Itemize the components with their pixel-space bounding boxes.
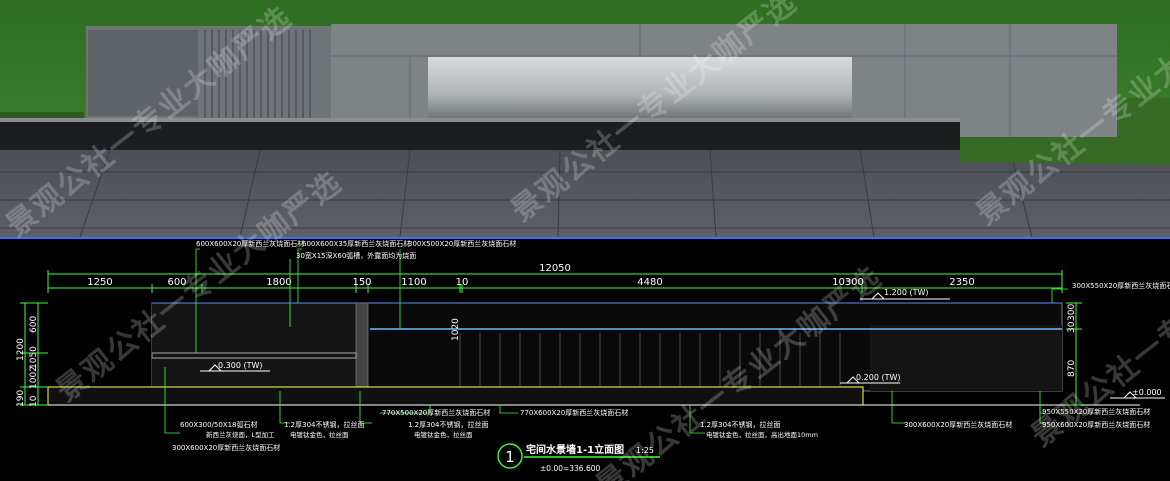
drawing-number: 1 xyxy=(505,448,515,466)
dim-1020: 1020 xyxy=(451,318,461,341)
render-view xyxy=(0,0,1170,237)
note-top-3: 30宽X15深X60弧槽，外露面均为烧面 xyxy=(296,251,416,260)
waterfall-sheet xyxy=(428,57,852,120)
dim-seg-6: 10 xyxy=(456,277,469,288)
dim-left-1002: 1002 xyxy=(29,366,39,389)
note-top-4: 300X500X20厚新西兰灰烧面石材 xyxy=(408,239,516,248)
level-zero: ±0.000 xyxy=(1132,388,1162,397)
dim-right-300: 300 xyxy=(1067,304,1077,321)
stone-texture-left xyxy=(152,303,360,391)
pier-column xyxy=(355,302,369,392)
note-bottom-2: 新西兰灰烧面，L型加工 xyxy=(206,430,275,439)
note-bottom-4: 1.2厚304不锈钢，拉丝面 xyxy=(284,420,365,429)
dim-seg-4: 150 xyxy=(352,277,371,288)
note-bottom-10: 1.2厚304不锈钢，拉丝面 xyxy=(700,420,781,429)
dim-overall: 12050 xyxy=(539,263,571,274)
dim-right-870: 870 xyxy=(1067,360,1077,377)
dim-seg-1: 1250 xyxy=(87,277,112,288)
dim-left-600: 600 xyxy=(29,316,39,333)
note-bottom-7: 1.2厚304不锈钢，拉丝面 xyxy=(408,420,489,429)
note-bottom-6: 770X500X20厚新西兰灰烧面石材 xyxy=(382,408,490,417)
dim-seg-3: 1800 xyxy=(266,277,291,288)
drawing-sheet: 12050 1250 600 1800 150 1100 10 4480 103… xyxy=(0,0,1170,481)
note-bottom-8: 电镀钛金色，拉丝面 xyxy=(414,430,473,439)
pool-basin xyxy=(47,386,864,406)
pool-edge xyxy=(0,120,960,150)
wall-left-grille xyxy=(88,30,198,116)
note-bottom-9: 770X600X20厚新西兰灰烧面石材 xyxy=(520,408,628,417)
dim-seg-7: 4480 xyxy=(637,277,662,288)
base-elevation: ±0.00=336.600 xyxy=(540,464,601,473)
note-bottom-13: 950X550X20厚新西兰灰烧面石材 xyxy=(1042,407,1150,416)
note-top-2: 600X600X35厚新西兰灰烧面石材 xyxy=(302,239,410,248)
note-top-1: 600X600X20厚新西兰灰烧面石材 xyxy=(196,239,304,248)
note-top-right: 300X550X20厚新西兰灰烧面石材 xyxy=(1072,281,1170,290)
dim-seg-8: 10300 xyxy=(832,277,864,288)
dim-left-190: 190 xyxy=(16,390,26,407)
note-bottom-5: 电镀钛金色，拉丝面 xyxy=(290,430,349,439)
dim-left-1200: 1200 xyxy=(16,338,26,361)
dim-seg-9: 2350 xyxy=(949,277,974,288)
level-1200: 1.200 (TW) xyxy=(884,288,928,297)
note-bottom-12: 300X600X20厚新西兰灰烧面石材 xyxy=(904,420,1012,429)
level-0300: 0.300 (TW) xyxy=(218,361,262,370)
dim-seg-5: 1100 xyxy=(401,277,426,288)
note-bottom-14: 950X600X20厚新西兰灰烧面石材 xyxy=(1042,420,1150,429)
drawing-title: 宅间水景墙1-1立面图 xyxy=(526,443,624,456)
level-0200: 0.200 (TW) xyxy=(856,373,900,382)
note-bottom-1: 600X300/50X18弧石材 xyxy=(180,420,258,429)
dim-left-1050: 1050 xyxy=(29,346,39,369)
drawing-scale: 1:25 xyxy=(636,446,654,455)
pool-lip xyxy=(0,118,960,122)
dim-right-30: 30 xyxy=(1067,321,1077,333)
note-bottom-11: 电镀钛金色，拉丝面，高出地面10mm xyxy=(706,430,818,439)
dim-left-10: 10 xyxy=(29,395,39,407)
note-bottom-3: 300X600X20厚新西兰灰烧面石材 xyxy=(172,443,280,452)
cad-elevation: 12050 1250 600 1800 150 1100 10 4480 103… xyxy=(0,237,1170,473)
dim-seg-2: 600 xyxy=(167,277,186,288)
paving xyxy=(0,150,1170,237)
